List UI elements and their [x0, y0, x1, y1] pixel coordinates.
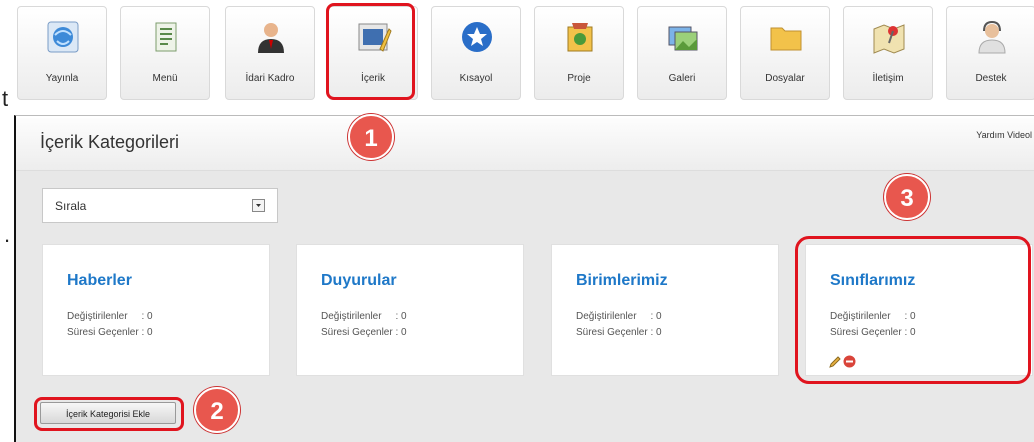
left-fragment-bottom: . — [4, 222, 11, 247]
folder-icon — [770, 27, 802, 51]
page-title: İçerik Kategorileri — [40, 132, 180, 152]
toolbar-label: Dosyalar — [765, 73, 805, 84]
toolbar-label: Proje — [567, 73, 591, 84]
highlight-category-card — [795, 236, 1031, 384]
globe-icon — [47, 21, 79, 53]
main-toolbar: Yayınla Menü İdari Kadro İçerik Kısayol … — [0, 0, 1034, 118]
sort-select[interactable]: Sırala — [42, 188, 278, 223]
callout-2: 2 — [194, 387, 240, 433]
left-fragment-top: t — [2, 86, 9, 111]
category-title[interactable]: Birimlerimiz — [576, 272, 668, 290]
highlight-add-button — [34, 397, 184, 431]
category-card[interactable]: Birimlerimiz Değiştirilenler : 0 Süresi … — [551, 244, 779, 376]
toolbar-button-menu[interactable]: Menü — [120, 6, 210, 100]
toolbar-button-staff[interactable]: İdari Kadro — [225, 6, 315, 100]
toolbar-label: Galeri — [668, 73, 696, 84]
expired-count: Süresi Geçenler : 0 — [576, 327, 662, 338]
expired-count: Süresi Geçenler : 0 — [321, 327, 407, 338]
toolbar-label: İletişim — [872, 73, 904, 84]
category-title[interactable]: Duyurular — [321, 272, 397, 290]
expired-count: Süresi Geçenler : 0 — [67, 327, 153, 338]
toolbar-label: Yayınla — [45, 73, 79, 84]
changed-count: Değiştirilenler : 0 — [576, 311, 662, 322]
menu-list-icon — [155, 22, 177, 52]
toolbar-label: Menü — [152, 73, 178, 84]
star-icon — [462, 22, 492, 52]
toolbar-button-project[interactable]: Proje — [534, 6, 624, 100]
toolbar-label: İdari Kadro — [245, 73, 295, 84]
gallery-icon — [668, 26, 698, 51]
callout-3: 3 — [884, 174, 930, 220]
changed-count: Değiştirilenler : 0 — [321, 311, 407, 322]
toolbar-button-support[interactable]: Destek — [946, 6, 1034, 100]
toolbar-button-gallery[interactable]: Galeri — [637, 6, 727, 100]
toolbar-button-files[interactable]: Dosyalar — [740, 6, 830, 100]
project-icon — [567, 23, 593, 52]
toolbar-label: Kısayol — [459, 73, 493, 84]
support-icon — [978, 20, 1006, 54]
changed-count: Değiştirilenler : 0 — [67, 311, 153, 322]
map-pin-icon — [873, 24, 905, 54]
category-card[interactable]: Duyurular Değiştirilenler : 0 Süresi Geç… — [296, 244, 524, 376]
highlight-content-button — [326, 3, 415, 100]
help-video-link[interactable]: Yardım Videol — [976, 130, 1032, 140]
toolbar-label: Destek — [975, 73, 1007, 84]
toolbar-button-shortcut[interactable]: Kısayol — [431, 6, 521, 100]
chevron-down-icon[interactable] — [252, 199, 265, 212]
toolbar-button-publish[interactable]: Yayınla — [17, 6, 107, 100]
callout-1: 1 — [348, 114, 394, 160]
sort-select-value: Sırala — [55, 199, 87, 213]
category-card[interactable]: Haberler Değiştirilenler : 0 Süresi Geçe… — [42, 244, 270, 376]
person-icon — [258, 23, 284, 53]
toolbar-button-contact[interactable]: İletişim — [843, 6, 933, 100]
category-title[interactable]: Haberler — [67, 272, 132, 290]
